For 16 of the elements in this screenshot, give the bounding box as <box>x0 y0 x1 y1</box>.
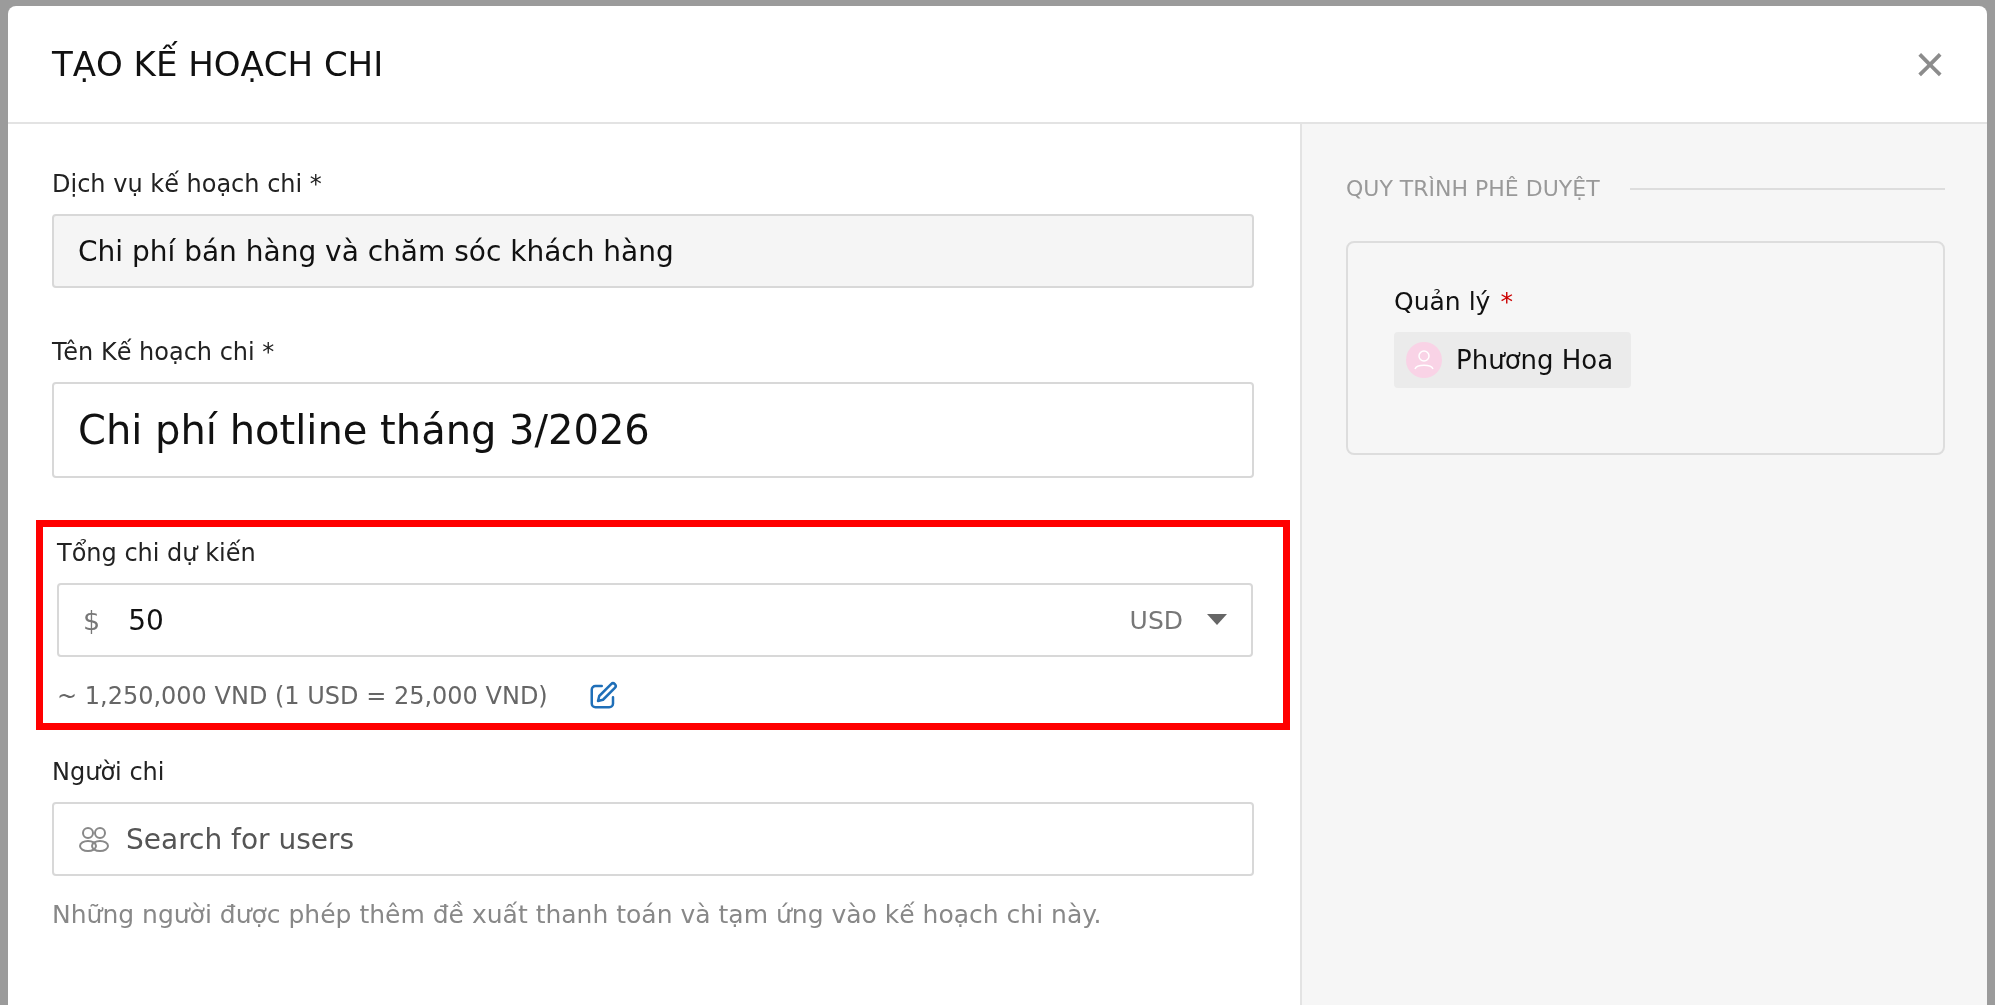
role-label: Quản lý * <box>1394 287 1514 316</box>
caret-icon <box>1207 614 1227 626</box>
field-label: Tên Kế hoạch chi * <box>52 338 276 366</box>
section-title: QUY TRÌNH PHÊ DUYỆT <box>1346 176 1600 201</box>
field-label: Dịch vụ kế hoạch chi * <box>52 170 323 198</box>
help-text: Những người được phép thêm đề xuất thanh toán và tạm ứng vào kế hoạch chi này. <box>52 900 1103 929</box>
user-search-field[interactable]: Search for users <box>52 802 1254 876</box>
service-field[interactable]: Chi phí bán hàng và chăm sóc khách hàng <box>52 214 1254 288</box>
field-label: Người chi <box>52 758 166 786</box>
amount-field[interactable]: $ 50 USD <box>57 583 1253 657</box>
placeholder-text: Search for users <box>126 822 355 856</box>
approver-chip[interactable]: Phương Hoa <box>1394 332 1632 388</box>
conversion-text: ~ 1,250,000 VND (1 USD = 25,000 VND) <box>57 682 548 710</box>
users-icon <box>78 825 110 853</box>
field-label: Tổng chi dự kiến <box>57 539 257 567</box>
name-field[interactable]: Chi phí hotline tháng 3/2026 <box>52 382 1254 478</box>
